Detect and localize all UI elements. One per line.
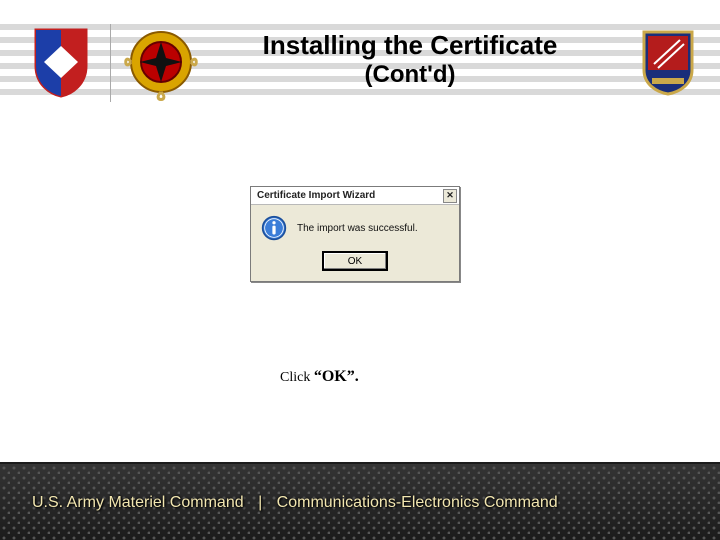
- dialog-body: The import was successful.: [251, 205, 459, 247]
- header-divider: [110, 24, 111, 102]
- dialog-message: The import was successful.: [297, 223, 418, 234]
- dialog-close-button[interactable]: ✕: [443, 189, 457, 203]
- instruction-text: Click “OK”.: [280, 368, 359, 386]
- close-icon: ✕: [446, 191, 454, 200]
- instruction-click: Click: [280, 370, 314, 385]
- page-title: Installing the Certificate (Cont'd): [210, 30, 610, 90]
- ok-button[interactable]: OK: [322, 251, 388, 271]
- slide: Installing the Certificate (Cont'd) Cert…: [0, 0, 720, 540]
- amc-shield-crest-icon: [32, 26, 90, 98]
- title-line-2: (Cont'd): [210, 61, 610, 90]
- title-line-1: Installing the Certificate: [263, 30, 558, 60]
- footer-left: U.S. Army Materiel Command: [32, 494, 244, 511]
- footer-text: U.S. Army Materiel Command | Communicati…: [32, 494, 692, 512]
- star-compass-crest-icon: [122, 22, 200, 104]
- dialog-button-row: OK: [251, 247, 459, 281]
- dialog-title: Certificate Import Wizard: [257, 190, 375, 201]
- footer: U.S. Army Materiel Command | Communicati…: [0, 462, 720, 540]
- dialog-titlebar: Certificate Import Wizard ✕: [251, 187, 459, 205]
- certificate-import-dialog: Certificate Import Wizard ✕ The import w…: [250, 186, 460, 282]
- instruction-ok: “OK”.: [314, 368, 359, 385]
- ok-button-label: OK: [348, 256, 362, 267]
- info-icon: [261, 215, 287, 241]
- footer-right: Communications-Electronics Command: [277, 494, 558, 511]
- footer-separator: |: [248, 494, 272, 511]
- rocket-unit-crest-icon: [640, 30, 696, 96]
